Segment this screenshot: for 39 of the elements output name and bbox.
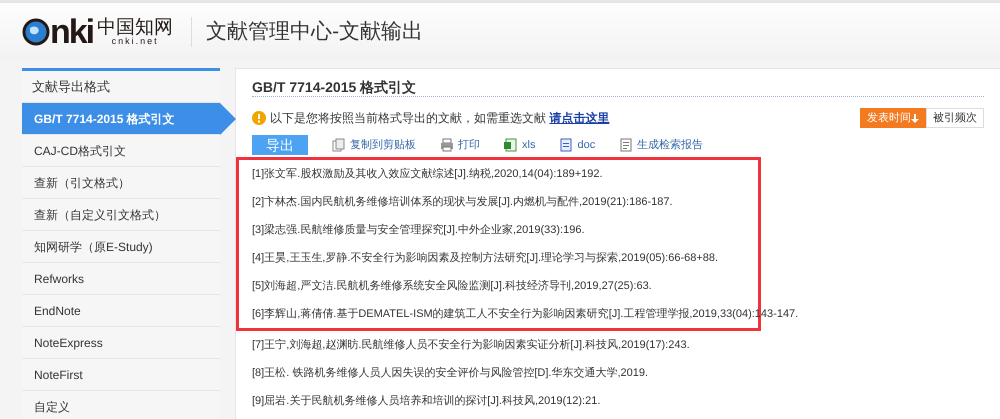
spreadsheet-icon [504,138,518,152]
reference-entry: [3]梁志强.民航维修质量与安全管理探究[J].中外企业家,2019(33):196. [252,222,585,238]
toolbar-link[interactable]: doc [559,136,596,154]
reference-entry: [1]张文军.股权激励及其收入效应文献综述[J].纳税,2020,14(04):189+192. [252,166,603,182]
toolbar-link[interactable]: 打印 [440,136,480,154]
toolbar-link[interactable]: 复制到剪贴板 [332,136,416,154]
reference-entry: [5]刘海超,严文洁.民航机务维修系统安全风险监测[J].科技经济导刊,2019,27(25):63. [252,278,652,294]
toolbar-link[interactable]: xls [504,136,536,154]
sidebar-item[interactable]: NoteExpress [22,327,220,359]
document-icon [559,138,574,152]
logo-domain: cnki.net [112,36,159,46]
sidebar-item[interactable]: EndNote [22,295,220,327]
sort-button[interactable]: 被引频次 [926,108,984,128]
sidebar-item[interactable]: CAJ-CD格式引文 [22,135,220,167]
sidebar-item[interactable]: 知网研学（原E-Study) [22,231,220,263]
page-title: 文献管理中心-文献输出 [206,18,424,45]
reference-entry: [4]王昊,王玉生,罗静.不安全行为影响因素及控制方法研究[J].理论学习与探索,2019(05):66-68+88. [252,250,718,266]
sidebar-item[interactable]: NoteFirst [22,359,220,391]
report-icon [619,138,634,152]
sidebar-item[interactable]: Refworks [22,263,220,295]
printer-icon [440,138,454,152]
sidebar-item[interactable]: 自定义 [22,391,220,419]
notice-text: 以下是您将按照当前格式导出的文献，如需重选文献 请点击这里 [270,110,610,127]
warning-icon [252,111,266,125]
sidebar-heading: 文献导出格式 [32,78,110,96]
copy-icon [332,138,346,152]
globe-icon [22,18,50,46]
reference-entry: [7]王宁,刘海超,赵渊昉.民航维修人员不安全行为影响因素实证分析[J].科技风,2019(17):243. [252,338,690,353]
reference-entry: [2]卞林杰.国内民航机务维修培训体系的现状与发展[J].内燃机与配件,2019(21):186-187. [252,194,673,210]
sidebar-item[interactable]: 查新（自定义引文格式） [22,199,220,231]
reselect-link[interactable]: 请点击这里 [549,111,610,125]
logo-text: nki [50,14,94,48]
toolbar-link[interactable]: 生成检索报告 [619,136,704,154]
down-arrow-icon [911,114,919,122]
panel-title: GB/T 7714-2015 格式引文 [252,79,416,95]
reference-entry: [9]屈岩.关于民航机务维修人员培养和培训的探讨[J].科技风,2019(12):21. [252,394,600,409]
reference-entry: [8]王松. 铁路机务维修人员人因失误的安全评价与风险管控[D].华东交通大学,2019. [252,366,648,381]
logo-text: 中国知网 [97,18,174,36]
sidebar-item[interactable]: 查新（引文格式） [22,167,220,199]
